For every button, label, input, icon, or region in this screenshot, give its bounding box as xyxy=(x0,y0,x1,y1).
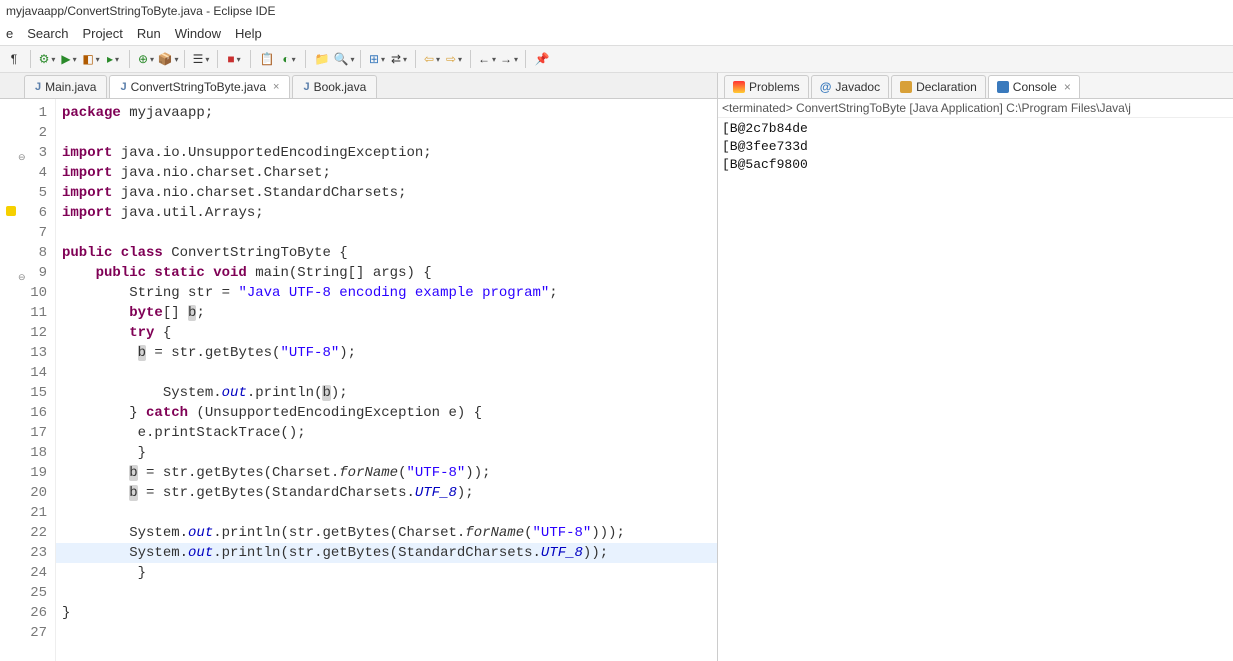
separator xyxy=(470,50,471,68)
tab-label: Javadoc xyxy=(835,80,880,94)
tab-label: Console xyxy=(1013,80,1057,94)
folder-icon[interactable]: 📁 xyxy=(314,51,330,67)
debug-icon[interactable]: ⚙ xyxy=(39,51,55,67)
separator xyxy=(30,50,31,68)
separator xyxy=(184,50,185,68)
tab-label: Problems xyxy=(749,80,800,94)
open-task-icon[interactable]: 📋 xyxy=(259,51,275,67)
tab-javadoc[interactable]: @ Javadoc xyxy=(811,75,889,98)
close-icon[interactable]: × xyxy=(273,81,279,93)
separator xyxy=(525,50,526,68)
menu-item-help[interactable]: Help xyxy=(235,26,262,41)
javadoc-icon: @ xyxy=(820,80,832,94)
forward-icon[interactable]: → xyxy=(501,51,517,67)
tab-console[interactable]: Console × xyxy=(988,75,1080,98)
editor-tab-book[interactable]: J Book.java xyxy=(292,75,377,98)
show-whitespace-icon[interactable]: ¶ xyxy=(6,51,22,67)
menu-item-window[interactable]: Window xyxy=(175,26,221,41)
right-panel: Problems @ Javadoc Declaration Console ×… xyxy=(718,73,1233,661)
separator xyxy=(305,50,306,68)
pin-editor-icon[interactable]: 📌 xyxy=(534,51,550,67)
circle-icon[interactable]: ◐ xyxy=(281,51,297,67)
java-file-icon: J xyxy=(303,81,309,93)
tab-label: Declaration xyxy=(916,80,977,94)
tab-declaration[interactable]: Declaration xyxy=(891,75,986,98)
run-last-icon[interactable]: ▸ xyxy=(105,51,121,67)
code-lines[interactable]: package myjavaapp;import java.io.Unsuppo… xyxy=(56,99,717,661)
toggle-mark-icon[interactable]: ■ xyxy=(226,51,242,67)
separator xyxy=(250,50,251,68)
separator xyxy=(217,50,218,68)
editor-tab-label: Book.java xyxy=(314,80,367,94)
menu-item-run[interactable]: Run xyxy=(137,26,161,41)
menu-item-search[interactable]: Search xyxy=(27,26,68,41)
editor-panel: J Main.java J ConvertStringToByte.java ×… xyxy=(0,73,718,661)
editor-tab-label: Main.java xyxy=(45,80,96,94)
console-output[interactable]: [B@2c7b84de [B@3fee733d [B@5acf9800 xyxy=(718,118,1233,176)
editor-tabs: J Main.java J ConvertStringToByte.java ×… xyxy=(0,73,717,99)
problems-icon xyxy=(733,81,745,93)
block-select-icon[interactable]: ⊞ xyxy=(369,51,385,67)
editor-tab-label: ConvertStringToByte.java xyxy=(131,80,266,94)
line-gutter: 123⊖456789⊖10111213141516171819202122232… xyxy=(0,99,56,661)
separator xyxy=(360,50,361,68)
toolbar: ¶ ⚙ ▶ ◧ ▸ ⊕ 📦 ☰ ■ 📋 ◐ 📁 🔍 ⊞ ⇄ ⇦ ⇨ ← → 📌 xyxy=(0,45,1233,73)
new-package-icon[interactable]: 📦 xyxy=(160,51,176,67)
forward-nav-icon[interactable]: ⇨ xyxy=(446,51,462,67)
coverage-icon[interactable]: ◧ xyxy=(83,51,99,67)
window-title: myjavaapp/ConvertStringToByte.java - Ecl… xyxy=(0,0,1233,22)
editor-tab-main[interactable]: J Main.java xyxy=(24,75,107,98)
console-line: [B@3fee733d xyxy=(722,138,1229,156)
main-area: J Main.java J ConvertStringToByte.java ×… xyxy=(0,73,1233,661)
new-java-icon[interactable]: ⊕ xyxy=(138,51,154,67)
back-icon[interactable]: ← xyxy=(479,51,495,67)
menu-item[interactable]: e xyxy=(6,26,13,41)
close-icon[interactable]: × xyxy=(1064,80,1071,94)
console-icon xyxy=(997,81,1009,93)
tab-problems[interactable]: Problems xyxy=(724,75,809,98)
search-icon[interactable]: 🔍 xyxy=(336,51,352,67)
open-type-icon[interactable]: ☰ xyxy=(193,51,209,67)
console-line: [B@2c7b84de xyxy=(722,120,1229,138)
java-file-icon: J xyxy=(35,81,41,93)
menu-bar: e Search Project Run Window Help xyxy=(0,22,1233,45)
declaration-icon xyxy=(900,81,912,93)
separator xyxy=(129,50,130,68)
separator xyxy=(415,50,416,68)
toggle-icon[interactable]: ⇄ xyxy=(391,51,407,67)
back-nav-icon[interactable]: ⇦ xyxy=(424,51,440,67)
menu-item-project[interactable]: Project xyxy=(82,26,122,41)
right-tabs: Problems @ Javadoc Declaration Console × xyxy=(718,73,1233,99)
console-status: <terminated> ConvertStringToByte [Java A… xyxy=(718,99,1233,118)
java-file-icon: J xyxy=(120,81,126,93)
console-line: [B@5acf9800 xyxy=(722,156,1229,174)
editor-tab-convert[interactable]: J ConvertStringToByte.java × xyxy=(109,75,290,98)
code-editor[interactable]: 123⊖456789⊖10111213141516171819202122232… xyxy=(0,99,717,661)
run-icon[interactable]: ▶ xyxy=(61,51,77,67)
